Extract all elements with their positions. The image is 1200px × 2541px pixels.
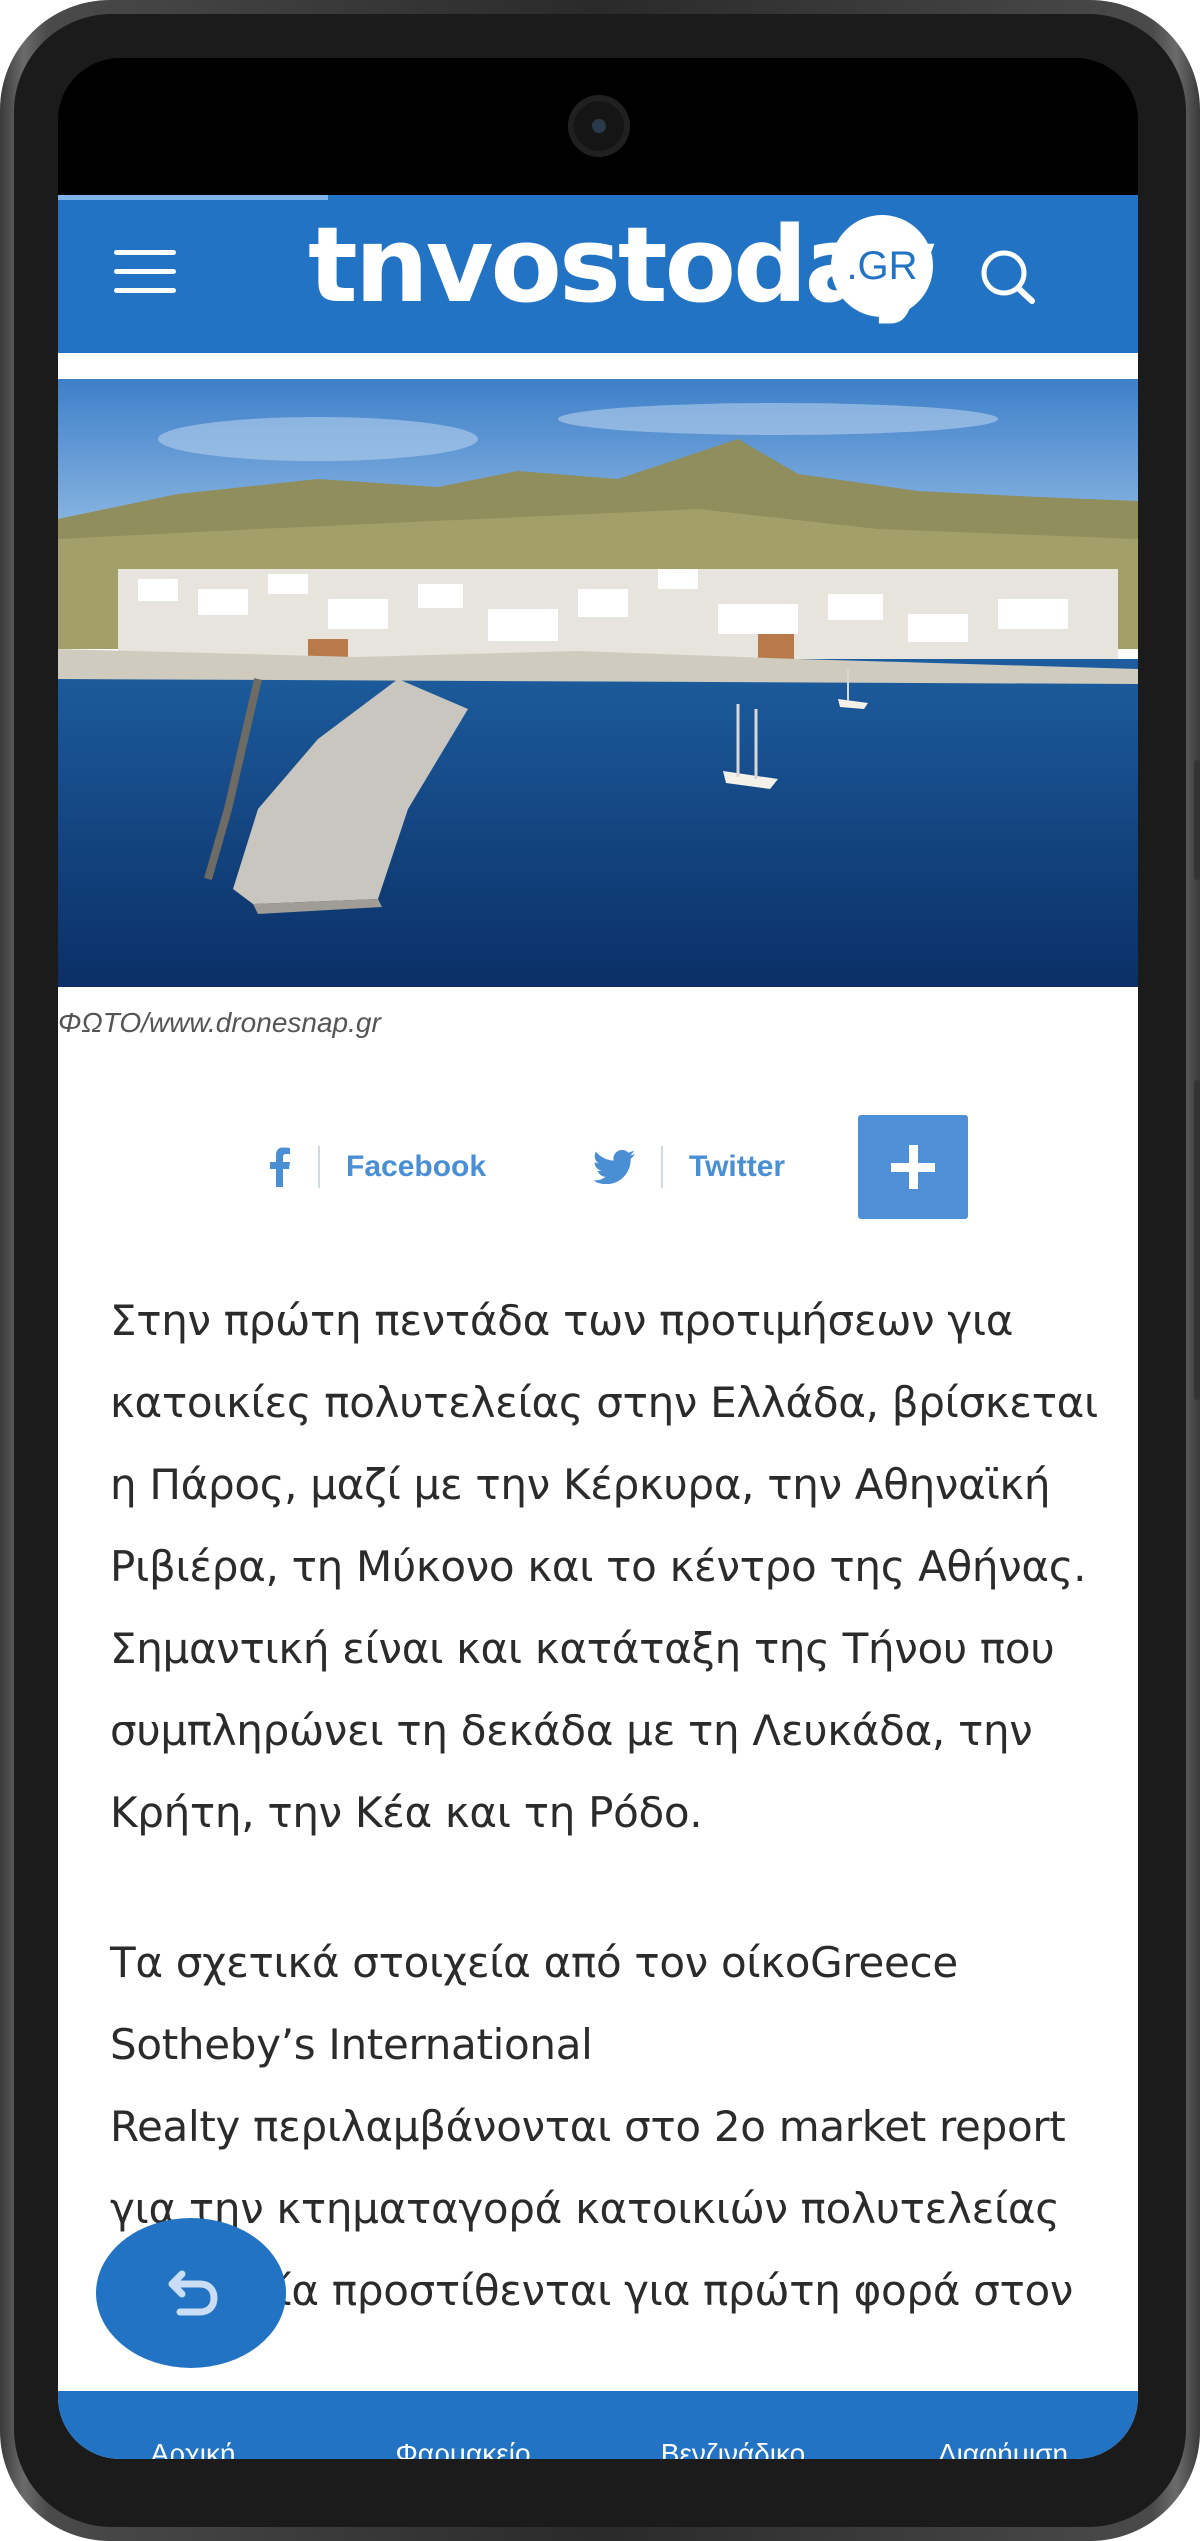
text-line: Τα σχετικά στοιχεία από τον οίκοGreece — [110, 1938, 958, 1987]
article-body: Στην πρώτη πεντάδα των προτιμήσεων για κ… — [110, 1280, 1110, 2332]
search-icon[interactable] — [978, 245, 1038, 305]
facebook-icon — [270, 1147, 290, 1187]
text-line: για την κτηματαγορά κατοικιών πολυτελεία… — [110, 2184, 1060, 2233]
site-header: tnvostoday .GR — [58, 195, 1138, 353]
article-paragraph-1: Στην πρώτη πεντάδα των προτιμήσεων για κ… — [110, 1280, 1110, 1854]
power-button — [1194, 1080, 1200, 1400]
page-content: tnvostoday .GR ΦΩΤΟ/www.dronesnap.gr Fac… — [58, 195, 1138, 2459]
reading-progress-bar — [58, 195, 328, 200]
share-divider — [318, 1146, 320, 1188]
twitter-icon — [593, 1150, 635, 1184]
volume-button — [1194, 760, 1200, 880]
text-line: η Πάρος, μαζί με την Κέρκυρα, την Αθηναϊ… — [110, 1460, 1051, 1509]
text-line: Κρήτη, την Κέα και τη Ρόδο. — [110, 1788, 703, 1837]
text-line: συμπληρώνει τη δεκάδα με τη Λευκάδα, την — [110, 1706, 1033, 1755]
text-line: Σημαντική είναι και κατάταξη της Τήνου π… — [110, 1624, 1055, 1673]
phone-frame: tnvostoday .GR ΦΩΤΟ/www.dronesnap.gr Fac… — [0, 0, 1200, 2541]
text-line: Sotheby’s International — [110, 2020, 593, 2069]
text-line: Ριβιέρα, τη Μύκονο και το κέντρο της Αθή… — [110, 1542, 1087, 1591]
screen: tnvostoday .GR ΦΩΤΟ/www.dronesnap.gr Fac… — [58, 58, 1138, 2459]
nav-home[interactable]: Αρχική — [58, 2391, 328, 2460]
nav-pharmacy[interactable]: Φαρμακείο — [328, 2391, 598, 2460]
facebook-share-label: Facebook — [346, 1150, 487, 1183]
back-floating-button[interactable] — [96, 2218, 286, 2368]
twitter-share-label: Twitter — [689, 1150, 786, 1183]
facebook-share-button[interactable]: Facebook — [268, 1115, 486, 1219]
text-line: Realty περιλαμβάνονται στο 2ο market rep… — [110, 2102, 1066, 2151]
header-spacer — [58, 353, 1138, 379]
nav-gas-station[interactable]: Βενζινάδικο — [598, 2391, 868, 2460]
site-logo-suffix: .GR — [831, 215, 933, 317]
photo-caption: ΦΩΤΟ/www.dronesnap.gr — [58, 1007, 381, 1038]
twitter-share-button[interactable]: Twitter — [593, 1115, 785, 1219]
hamburger-menu-icon[interactable] — [114, 250, 176, 294]
more-share-plus-button[interactable] — [858, 1115, 968, 1219]
nav-advertising[interactable]: Διαφήμιση — [868, 2391, 1138, 2460]
undo-arrow-icon — [168, 2270, 218, 2316]
front-camera — [568, 95, 630, 157]
share-divider — [661, 1146, 663, 1188]
bottom-navigation: Αρχική Φαρμακείο Βενζινάδικο Διαφήμιση — [58, 2391, 1138, 2459]
article-hero-image[interactable] — [58, 379, 1138, 987]
text-line: κατοικίες πολυτελείας στην Ελλάδα, βρίσκ… — [110, 1378, 1098, 1427]
text-line: Στην πρώτη πεντάδα των προτιμήσεων για — [110, 1296, 1014, 1345]
